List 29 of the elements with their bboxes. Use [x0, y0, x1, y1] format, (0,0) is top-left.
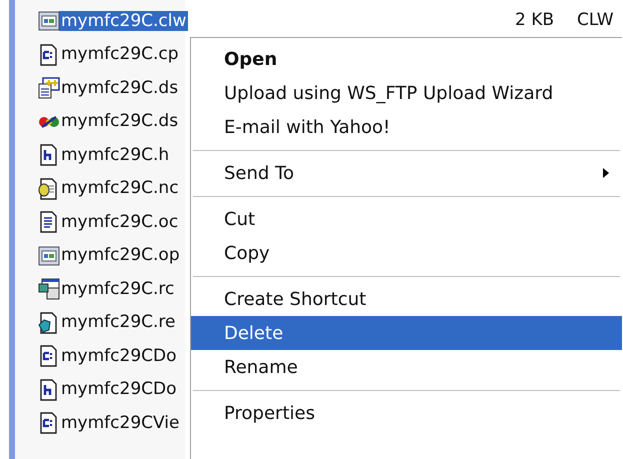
- menu-item[interactable]: Delete: [191, 316, 622, 350]
- menu-item[interactable]: Properties: [191, 396, 622, 430]
- menu-item[interactable]: Send To: [191, 156, 622, 190]
- menu-item[interactable]: Copy: [191, 236, 622, 270]
- file-icon: [38, 244, 60, 266]
- menu-item[interactable]: Create Shortcut: [191, 282, 622, 316]
- file-icon: [38, 278, 60, 300]
- file-name[interactable]: mymfc29CVie: [59, 412, 182, 433]
- file-name[interactable]: mymfc29C.oc: [59, 212, 180, 232]
- file-name[interactable]: mymfc29C.ds: [59, 78, 180, 98]
- menu-item[interactable]: Rename: [191, 350, 622, 384]
- file-name[interactable]: mymfc29C.nc: [59, 178, 181, 198]
- file-name[interactable]: mymfc29C.rc: [59, 278, 176, 299]
- file-size: 2 KB: [515, 10, 554, 30]
- menu-item[interactable]: Open: [191, 42, 622, 76]
- file-name[interactable]: mymfc29C.clw: [59, 10, 188, 31]
- file-name[interactable]: mymfc29C.op: [59, 245, 182, 266]
- file-name[interactable]: mymfc29C.h: [59, 144, 172, 165]
- menu-item[interactable]: E-mail with Yahoo!: [191, 110, 622, 144]
- file-type: CLW: [577, 10, 614, 30]
- menu-item[interactable]: Cut: [191, 202, 622, 236]
- file-name[interactable]: mymfc29C.ds: [59, 111, 180, 132]
- file-name[interactable]: mymfc29C.cp: [59, 44, 181, 64]
- menu-item[interactable]: Upload using WS_FTP Upload Wizard: [191, 76, 622, 110]
- file-name[interactable]: mymfc29CDo: [59, 379, 179, 400]
- file-icon: [38, 10, 60, 32]
- file-icon: [38, 77, 60, 99]
- file-name[interactable]: mymfc29C.re: [59, 312, 178, 332]
- file-name[interactable]: mymfc29CDo: [59, 346, 179, 366]
